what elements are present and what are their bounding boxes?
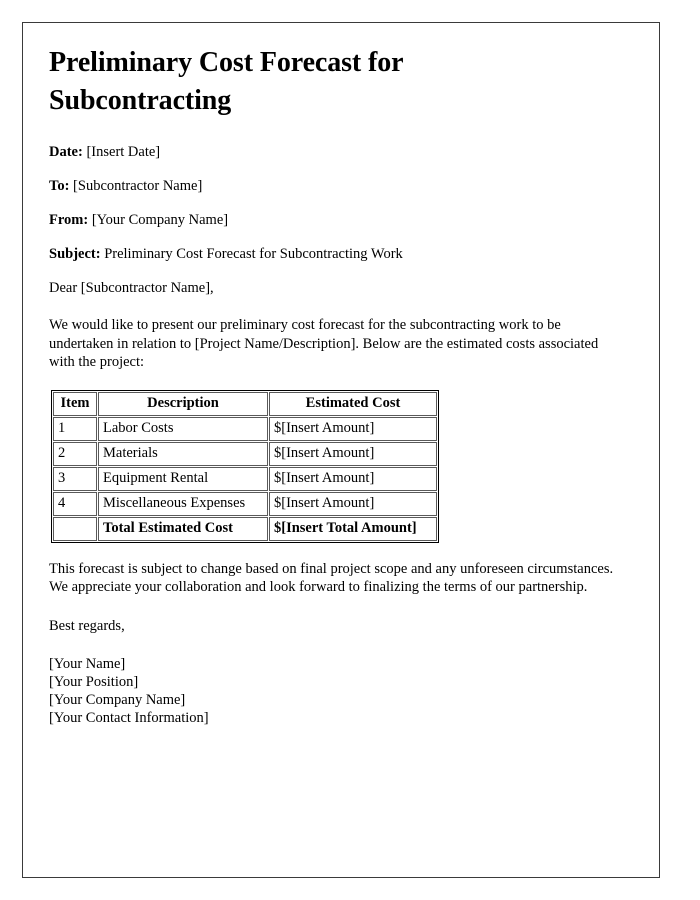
cell-description: Labor Costs xyxy=(98,416,268,441)
metadata-label-date: Date: xyxy=(49,144,83,160)
document-content: Preliminary Cost Forecast for Subcontrac… xyxy=(49,44,621,727)
cost-table-container: Item Description Estimated Cost 1 Labor … xyxy=(51,389,621,543)
table-row: 2 Materials $[Insert Amount] xyxy=(53,441,437,466)
metadata-row-subject: Subject: Preliminary Cost Forecast for S… xyxy=(49,246,621,262)
cell-item: 1 xyxy=(53,416,97,441)
cell-estimated-cost: $[Insert Amount] xyxy=(269,416,437,441)
table-row: 1 Labor Costs $[Insert Amount] xyxy=(53,416,437,441)
signature-position: [Your Position] xyxy=(49,673,139,690)
cost-estimate-table: Item Description Estimated Cost 1 Labor … xyxy=(51,389,439,543)
metadata-value-from: [Your Company Name] xyxy=(91,212,229,228)
table-row: 3 Equipment Rental $[Insert Amount] xyxy=(53,466,437,491)
cell-total-label: Total Estimated Cost xyxy=(98,516,268,541)
intro-paragraph: We would like to present our preliminary… xyxy=(49,317,599,370)
metadata-value-subject: Preliminary Cost Forecast for Subcontrac… xyxy=(104,246,403,262)
salutation: Dear [Subcontractor Name], xyxy=(49,280,214,296)
cell-description: Equipment Rental xyxy=(98,466,268,491)
cell-description: Miscellaneous Expenses xyxy=(98,491,268,516)
cell-estimated-cost: $[Insert Amount] xyxy=(269,441,437,466)
document-page-frame: Preliminary Cost Forecast for Subcontrac… xyxy=(22,22,660,878)
cell-item: 3 xyxy=(53,466,97,491)
cell-total-amount: $[Insert Total Amount] xyxy=(269,516,437,541)
cell-estimated-cost: $[Insert Amount] xyxy=(269,466,437,491)
column-header-item: Item xyxy=(53,391,97,416)
cell-item: 4 xyxy=(53,491,97,516)
closing-paragraph: This forecast is subject to change based… xyxy=(49,560,614,596)
metadata-row-date: Date: [Insert Date] xyxy=(49,144,621,160)
metadata-label-to: To: xyxy=(49,178,70,194)
metadata-row-to: To: [Subcontractor Name] xyxy=(49,178,621,194)
column-header-description: Description xyxy=(98,391,268,416)
metadata-value-date: [Insert Date] xyxy=(86,144,161,160)
metadata-label-subject: Subject: xyxy=(49,246,101,262)
cell-item: 2 xyxy=(53,441,97,466)
cell-estimated-cost: $[Insert Amount] xyxy=(269,491,437,516)
table-row: 4 Miscellaneous Expenses $[Insert Amount… xyxy=(53,491,437,516)
document-metadata-block: Date: [Insert Date] To: [Subcontractor N… xyxy=(49,144,621,262)
signature-name: [Your Name] xyxy=(49,655,126,672)
metadata-value-to: [Subcontractor Name] xyxy=(73,178,203,194)
signature-block: [Your Name] [Your Position] [Your Compan… xyxy=(49,655,621,727)
table-header-row: Item Description Estimated Cost xyxy=(53,391,437,416)
table-total-row: Total Estimated Cost $[Insert Total Amou… xyxy=(53,516,437,541)
signature-contact: [Your Contact Information] xyxy=(49,709,209,726)
cell-item-empty xyxy=(53,516,97,541)
column-header-estimated-cost: Estimated Cost xyxy=(269,391,437,416)
cell-description: Materials xyxy=(98,441,268,466)
page-title: Preliminary Cost Forecast for Subcontrac… xyxy=(49,47,404,116)
metadata-row-from: From: [Your Company Name] xyxy=(49,212,621,228)
sign-off: Best regards, xyxy=(49,617,125,634)
signature-company: [Your Company Name] xyxy=(49,691,186,708)
metadata-label-from: From: xyxy=(49,212,89,228)
